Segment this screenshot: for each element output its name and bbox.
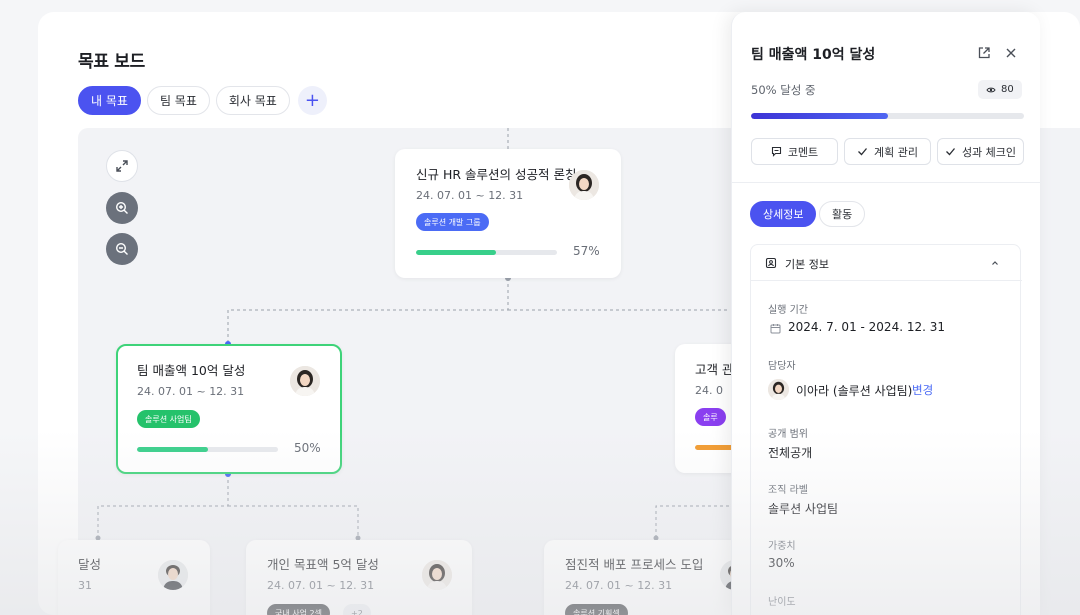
card-date: 24. 07. 01 ~ 12. 31 — [565, 579, 673, 592]
goal-card-personal[interactable]: 개인 목표액 5억 달성 24. 07. 01 ~ 12. 31 국내 사업 2… — [246, 540, 472, 615]
zoom-out-button[interactable] — [106, 233, 138, 265]
section-header[interactable]: 기본 정보 — [751, 245, 1022, 281]
avatar — [290, 366, 320, 396]
calendar-icon — [770, 324, 781, 334]
app-screen: 목표 보드 내 목표 팀 목표 회사 목표 + 신규 HR 솔루션의 성공적 론… — [0, 0, 1080, 615]
difficulty-label: 난이도 — [768, 597, 796, 608]
card-title: 신규 HR 솔루션의 성공적 론칭 — [416, 167, 577, 182]
detail-title: 팀 매출액 10억 달성 — [751, 47, 876, 63]
card-title: 달성 — [78, 557, 102, 572]
card-date: 24. 07. 01 ~ 12. 31 — [267, 579, 375, 592]
tab-detail-info[interactable]: 상세정보 — [750, 201, 817, 227]
zoom-in-button[interactable] — [106, 192, 138, 224]
tab-my-goals[interactable]: 내 목표 — [78, 86, 141, 115]
owner-label: 담당자 — [768, 361, 796, 372]
card-title: 고객 관 — [695, 362, 734, 377]
progress-label: 50% — [294, 441, 321, 455]
card-title: 팀 매출액 10억 달성 — [137, 363, 246, 378]
comment-button[interactable]: 코멘트 — [751, 138, 838, 165]
team-tag: 솔루 — [695, 408, 726, 426]
avatar — [422, 560, 452, 590]
eye-icon — [986, 87, 996, 92]
card-date: 24. 0 — [695, 384, 723, 397]
basic-info-section: 기본 정보 실행 기간 2024. 7. 01 - 2024. 12. 31 담… — [750, 244, 1022, 615]
card-title: 점진적 배포 프로세스 도입 — [565, 557, 704, 572]
check-icon — [858, 148, 867, 156]
card-date: 24. 07. 01 ~ 12. 31 — [416, 189, 524, 202]
checkin-button[interactable]: 성과 체크인 — [937, 138, 1024, 165]
goal-card-selected[interactable]: 팀 매출액 10억 달성 24. 07. 01 ~ 12. 31 솔루션 사업팀… — [116, 344, 342, 474]
progress-label: 57% — [573, 244, 600, 258]
more-tags-badge: +2 — [343, 604, 371, 615]
weight-label: 가중치 — [768, 541, 796, 552]
org-value: 솔루션 사업팀 — [768, 502, 839, 516]
progress-bar — [416, 250, 557, 255]
goal-detail-panel: 팀 매출액 10억 달성 50% 달성 중 80 코멘트 계획 관리 성과 체크… — [731, 12, 1041, 615]
close-icon[interactable] — [1004, 45, 1018, 64]
tab-activity[interactable]: 활동 — [819, 201, 866, 227]
id-card-icon — [765, 257, 777, 269]
weight-value: 30% — [768, 556, 795, 570]
owner-avatar — [768, 379, 789, 400]
tab-company-goals[interactable]: 회사 목표 — [215, 86, 290, 115]
period-value: 2024. 7. 01 - 2024. 12. 31 — [788, 320, 945, 334]
plan-manage-button[interactable]: 계획 관리 — [844, 138, 931, 165]
expand-icon — [116, 160, 128, 172]
goal-card-root[interactable]: 신규 HR 솔루션의 성공적 론칭 24. 07. 01 ~ 12. 31 솔루… — [395, 149, 621, 278]
team-tag: 솔루션 기획셀 — [565, 604, 628, 615]
owner-value: 이아라 (솔루션 사업팀) — [796, 384, 913, 398]
avatar — [158, 560, 188, 590]
period-label: 실행 기간 — [768, 305, 808, 316]
progress-bar — [137, 447, 278, 452]
avatar — [569, 170, 599, 200]
comment-icon — [771, 146, 781, 157]
add-tab-button[interactable]: + — [297, 86, 327, 115]
card-date: 31 — [78, 579, 92, 592]
team-tag: 솔루션 개발 그룹 — [416, 213, 489, 231]
section-title: 기본 정보 — [785, 258, 829, 271]
view-count-badge: 80 — [978, 80, 1022, 99]
zoom-out-icon — [115, 242, 128, 255]
view-count: 80 — [1001, 84, 1014, 95]
org-label: 조직 라벨 — [768, 485, 808, 496]
goal-card-bottom-left[interactable]: 달성 31 — [58, 540, 210, 615]
check-icon — [945, 148, 955, 156]
open-external-icon[interactable] — [977, 45, 991, 64]
fit-screen-button[interactable] — [106, 150, 138, 182]
card-title: 개인 목표액 5억 달성 — [267, 557, 379, 572]
team-tag: 국내 사업 2셀 — [267, 604, 330, 615]
tab-team-goals[interactable]: 팀 목표 — [146, 86, 210, 115]
visibility-label: 공개 범위 — [768, 429, 808, 440]
progress-status: 50% 달성 중 — [751, 83, 816, 97]
card-date: 24. 07. 01 ~ 12. 31 — [137, 385, 245, 398]
team-tag: 솔루션 사업팀 — [137, 410, 200, 428]
change-owner-link[interactable]: 변경 — [912, 382, 933, 398]
page-title: 목표 보드 — [78, 52, 145, 72]
divider — [732, 182, 1041, 183]
zoom-in-icon — [115, 201, 128, 214]
detail-progress-bar — [751, 113, 1024, 119]
visibility-value: 전체공개 — [768, 446, 813, 460]
chevron-up-icon[interactable] — [990, 258, 1000, 268]
goal-tabs: 내 목표 팀 목표 회사 목표 + — [78, 86, 327, 115]
